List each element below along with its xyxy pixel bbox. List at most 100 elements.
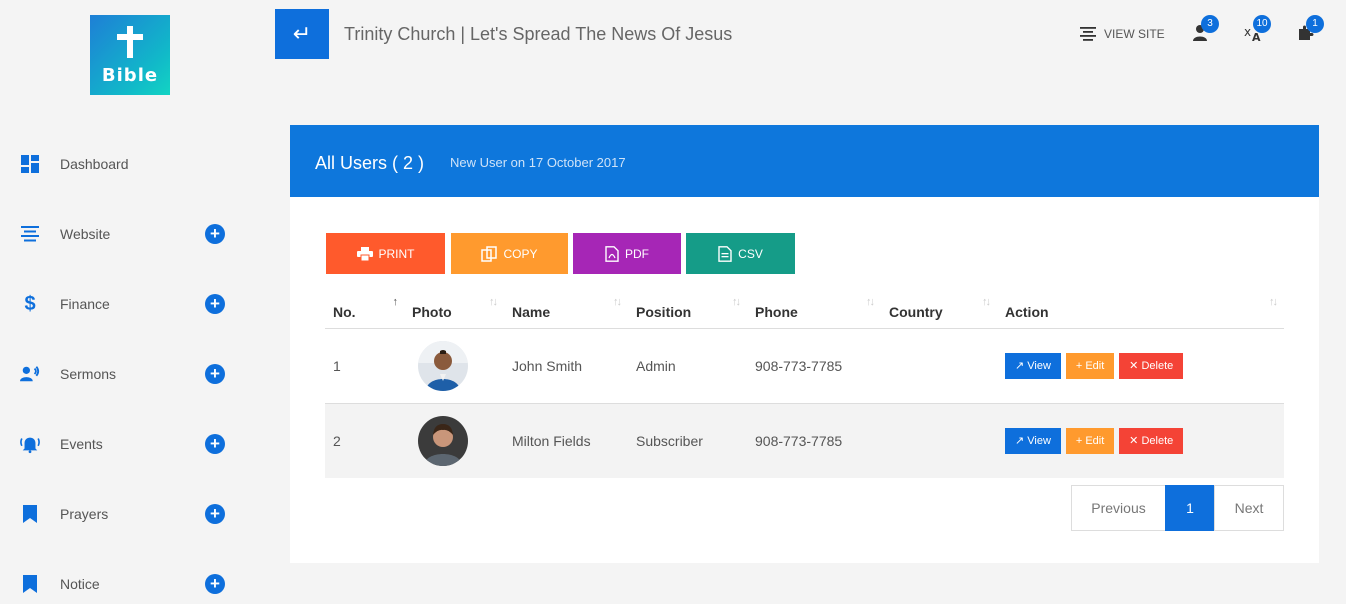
expand-plus-icon[interactable]: + xyxy=(205,364,225,384)
cell-position: Admin xyxy=(628,328,747,404)
sort-icon: ↑↓ xyxy=(613,296,622,308)
sort-icon: ↑↓ xyxy=(489,296,498,308)
expand-plus-icon[interactable]: + xyxy=(205,574,225,594)
sidebar-item-label: Notice xyxy=(60,576,100,592)
sidebar-item-sermons[interactable]: Sermons + xyxy=(0,354,240,394)
cross-icon xyxy=(116,26,144,58)
dashboard-icon xyxy=(20,154,40,174)
sort-icon: ↑↓ xyxy=(982,296,991,308)
print-label: PRINT xyxy=(378,246,415,261)
pdf-button[interactable]: PDF xyxy=(573,233,681,274)
cell-actions: ↗ View + Edit ✕ Delete xyxy=(997,403,1284,478)
cell-photo xyxy=(404,403,504,478)
dollar-icon: $ xyxy=(24,292,36,315)
sidebar-item-label: Finance xyxy=(60,296,110,312)
sidebar-toggle-button[interactable]: ↵ xyxy=(275,9,329,59)
column-header-phone[interactable]: Phone ↑↓ xyxy=(747,290,881,329)
cell-no: 1 xyxy=(325,328,404,404)
document-icon xyxy=(718,245,732,262)
svg-text:x: x xyxy=(1244,25,1251,39)
avatar xyxy=(418,340,468,391)
table-row: 1 John Smith Admin 908-773-7785 ↗ View +… xyxy=(325,328,1284,404)
users-table: No. ↑ Photo ↑↓ Name ↑↓ Position ↑↓ Phone ↑↓ C… xyxy=(325,290,1284,478)
logo-text: Bible xyxy=(101,65,159,86)
align-center-icon xyxy=(20,224,40,244)
copy-button[interactable]: COPY xyxy=(451,233,568,274)
site-title: Trinity Church | Let's Spread The News O… xyxy=(344,24,733,44)
bookmark-icon xyxy=(20,574,40,594)
copy-label: COPY xyxy=(503,246,538,261)
panel-title: All Users ( 2 ) xyxy=(315,153,425,173)
column-header-country[interactable]: Country ↑↓ xyxy=(881,290,997,329)
column-header-action[interactable]: Action ↑↓ xyxy=(997,290,1284,329)
edit-button[interactable]: + Edit xyxy=(1065,352,1115,379)
sidebar-item-label: Dashboard xyxy=(60,156,129,172)
sidebar-item-dashboard[interactable]: Dashboard xyxy=(0,144,240,184)
cell-country xyxy=(881,328,997,404)
delete-button[interactable]: ✕ Delete xyxy=(1119,352,1184,379)
print-button[interactable]: PRINT xyxy=(326,233,445,274)
table-header-row: No. ↑ Photo ↑↓ Name ↑↓ Position ↑↓ Phone ↑↓ C… xyxy=(325,290,1284,329)
panel-header: All Users ( 2 ) New User on 17 October 2… xyxy=(290,125,1319,197)
page-1-button[interactable]: 1 xyxy=(1165,485,1215,531)
column-header-name[interactable]: Name ↑↓ xyxy=(504,290,628,329)
bible-logo[interactable]: Bible xyxy=(90,15,170,95)
previous-page-button[interactable]: Previous xyxy=(1071,485,1166,531)
return-arrow-icon: ↵ xyxy=(292,21,312,46)
cell-phone: 908-773-7785 xyxy=(747,328,881,404)
panel-subtitle: New User on 17 October 2017 xyxy=(450,155,626,170)
view-button[interactable]: ↗ View xyxy=(1005,352,1061,379)
cell-country xyxy=(881,403,997,478)
view-site-link[interactable]: VIEW SITE xyxy=(1080,27,1165,41)
translate-button[interactable]: xA 10 xyxy=(1244,15,1271,44)
cell-no: 2 xyxy=(325,403,404,478)
edit-button[interactable]: + Edit xyxy=(1065,427,1115,454)
column-header-no[interactable]: No. ↑ xyxy=(325,290,404,329)
speaker-person-icon xyxy=(20,364,40,384)
cell-photo xyxy=(404,328,504,404)
sort-icon: ↑↓ xyxy=(1269,296,1278,308)
expand-plus-icon[interactable]: + xyxy=(205,224,225,244)
pdf-file-icon xyxy=(605,245,619,262)
delete-button[interactable]: ✕ Delete xyxy=(1119,427,1184,454)
cell-name: Milton Fields xyxy=(504,403,628,478)
sidebar-item-notice[interactable]: Notice + xyxy=(0,564,240,604)
view-button[interactable]: ↗ View xyxy=(1005,427,1061,454)
sidebar-item-prayers[interactable]: Prayers + xyxy=(0,494,240,534)
printer-icon xyxy=(356,246,373,261)
sidebar-item-label: Events xyxy=(60,436,103,452)
sidebar-item-website[interactable]: Website + xyxy=(0,214,240,254)
align-center-icon xyxy=(1080,27,1096,41)
column-header-position[interactable]: Position ↑↓ xyxy=(628,290,747,329)
notification-badge: 1 xyxy=(1306,15,1324,33)
sort-icon: ↑↓ xyxy=(866,296,875,308)
view-site-label: VIEW SITE xyxy=(1104,27,1165,41)
copy-icon xyxy=(481,245,498,262)
sidebar-item-finance[interactable]: $ Finance + xyxy=(0,284,240,324)
pdf-label: PDF xyxy=(625,246,649,261)
cell-actions: ↗ View + Edit ✕ Delete xyxy=(997,328,1284,404)
cell-position: Subscriber xyxy=(628,403,747,478)
users-notification-button[interactable]: 3 xyxy=(1192,15,1219,44)
notification-badge: 10 xyxy=(1253,15,1271,33)
sort-icon: ↑ xyxy=(392,296,398,308)
notification-badge: 3 xyxy=(1201,15,1219,33)
sidebar-item-events[interactable]: Events + xyxy=(0,424,240,464)
bookmark-icon xyxy=(20,504,40,524)
sidebar-item-label: Prayers xyxy=(60,506,109,522)
cell-name: John Smith xyxy=(504,328,628,404)
sidebar-item-label: Website xyxy=(60,226,111,242)
cell-phone: 908-773-7785 xyxy=(747,403,881,478)
expand-plus-icon[interactable]: + xyxy=(205,294,225,314)
column-header-photo[interactable]: Photo ↑↓ xyxy=(404,290,504,329)
next-page-button[interactable]: Next xyxy=(1214,485,1284,531)
expand-plus-icon[interactable]: + xyxy=(205,434,225,454)
avatar xyxy=(418,415,468,466)
sidebar-item-label: Sermons xyxy=(60,366,117,382)
table-row: 2 Milton Fields Subscriber 908-773-7785 … xyxy=(325,403,1284,478)
csv-label: CSV xyxy=(738,246,763,261)
expand-plus-icon[interactable]: + xyxy=(205,504,225,524)
csv-button[interactable]: CSV xyxy=(686,233,795,274)
sort-icon: ↑↓ xyxy=(732,296,741,308)
plugins-button[interactable]: 1 xyxy=(1297,15,1324,44)
